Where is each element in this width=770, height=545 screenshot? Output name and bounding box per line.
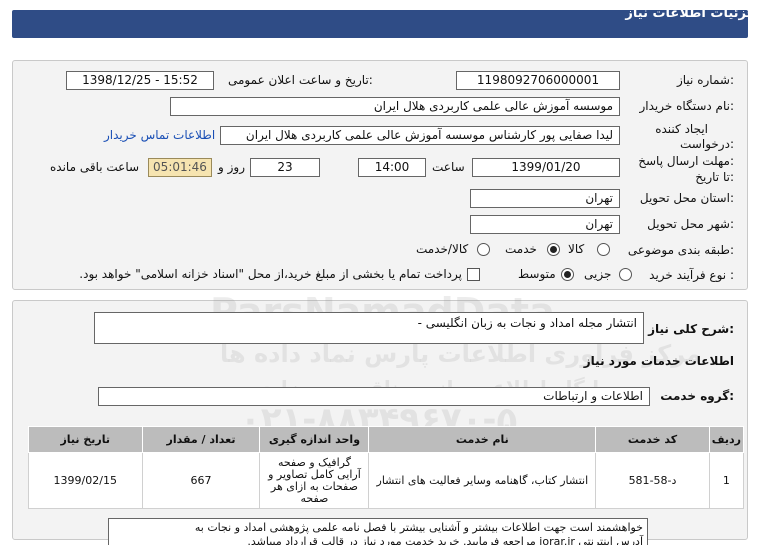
creator-label-line1: ایجاد کننده xyxy=(655,122,708,136)
days-label: روز و xyxy=(218,160,245,174)
buyer-contact-link[interactable]: اطلاعات تماس خریدار xyxy=(104,128,215,142)
category-label: طبقه بندی موضوعی: xyxy=(627,243,734,257)
process-radio-medium[interactable] xyxy=(561,268,574,281)
deadline-label-line1: مهلت ارسال پاسخ: xyxy=(638,154,734,168)
need-number-label: شماره نیاز: xyxy=(676,73,734,87)
deadline-time-field[interactable]: 14:00 xyxy=(358,158,426,177)
category-option-goods-service: کالا/خدمت xyxy=(416,242,469,256)
services-table-wrap: ردیف کد خدمت نام خدمت واحد اندازه گیری ت… xyxy=(28,426,745,509)
services-heading: اطلاعات خدمات مورد نیاز xyxy=(583,354,734,368)
deadline-label-line2: تا تاریخ: xyxy=(695,170,734,184)
buyer-field[interactable]: موسسه آموزش عالی علمی کاربردی هلال ایران xyxy=(170,97,620,116)
need-number-field[interactable]: 1198092706000001 xyxy=(456,71,620,90)
city-field[interactable]: تهران xyxy=(470,215,620,234)
summary-field[interactable]: انتشار مجله امداد و نجات به زبان انگلیسی… xyxy=(94,312,644,344)
deadline-time-label: ساعت xyxy=(432,160,465,174)
deadline-date-field[interactable]: 1399/01/20 xyxy=(472,158,620,177)
city-label: شهر محل تحویل: xyxy=(647,217,734,231)
category-radio-goods-service[interactable] xyxy=(477,243,490,256)
buyer-label: نام دستگاه خریدار: xyxy=(639,99,735,113)
service-group-label: گروه خدمت: xyxy=(660,389,734,403)
remaining-time-field: 05:01:46 xyxy=(148,158,212,177)
province-label: استان محل تحویل: xyxy=(639,191,734,205)
col-header-unit: واحد اندازه گیری xyxy=(259,426,370,453)
creator-field[interactable]: لیدا صفایی پور کارشناس موسسه آموزش عالی … xyxy=(220,126,620,145)
col-header-need-date: تاریخ نیاز xyxy=(28,426,143,453)
treasury-payment-note: پرداخت تمام یا بخشی از مبلغ خرید،از محل … xyxy=(79,267,462,281)
announce-datetime-label: تاریخ و ساعت اعلان عمومی: xyxy=(228,73,373,87)
process-radio-minor[interactable] xyxy=(619,268,632,281)
col-header-quantity: تعداد / مقدار xyxy=(141,426,261,453)
cell-unit: گرافیک و صفحه آرایی کامل تصاویر و صفحات … xyxy=(259,452,370,509)
category-radio-service[interactable] xyxy=(547,243,560,256)
creator-label-line2: درخواست: xyxy=(680,137,734,151)
cell-quantity: 667 xyxy=(141,452,261,509)
col-header-service-name: نام خدمت xyxy=(368,426,597,453)
process-option-medium: متوسط xyxy=(518,267,556,281)
cell-row-number: 1 xyxy=(708,452,745,509)
services-table: ردیف کد خدمت نام خدمت واحد اندازه گیری ت… xyxy=(28,426,745,509)
category-radio-goods[interactable] xyxy=(597,243,610,256)
cell-service-code: د-58-581 xyxy=(595,452,710,509)
category-option-service: خدمت xyxy=(505,242,537,256)
cell-service-name: انتشار کتاب، گاهنامه وسایر فعالیت های ان… xyxy=(368,452,597,509)
process-option-minor: جزیی xyxy=(584,267,612,281)
summary-label: شرح کلی نیاز: xyxy=(648,322,734,336)
buyer-notes-line-2: آدرس اینترنتی jorar.ir مراجعه فرمایید. خ… xyxy=(247,535,643,545)
days-remaining-field[interactable]: 23 xyxy=(250,158,320,177)
col-header-service-code: کد خدمت xyxy=(595,426,710,453)
col-header-row-number: ردیف xyxy=(708,426,745,453)
province-field[interactable]: تهران xyxy=(470,189,620,208)
process-label: نوع فرآیند خرید : xyxy=(649,268,734,282)
service-group-field[interactable]: اطلاعات و ارتباطات xyxy=(98,387,650,406)
remaining-time-label: ساعت باقی مانده xyxy=(50,160,140,174)
table-header-row: ردیف کد خدمت نام خدمت واحد اندازه گیری ت… xyxy=(28,426,745,453)
buyer-notes-box: خواهشمند است جهت اطلاعات بیشتر و آشنایی … xyxy=(108,518,648,545)
announce-datetime-field[interactable]: 1398/12/25 - 15:52 xyxy=(66,71,214,90)
table-row[interactable]: 1 د-58-581 انتشار کتاب، گاهنامه وسایر فع… xyxy=(28,452,745,509)
treasury-payment-checkbox[interactable] xyxy=(467,268,480,281)
cell-need-date: 1399/02/15 xyxy=(28,452,143,509)
page-title: جزئیات اطلاعات نیاز xyxy=(625,6,756,21)
category-option-goods: کالا xyxy=(568,242,585,256)
buyer-notes-line-1: خواهشمند است جهت اطلاعات بیشتر و آشنایی … xyxy=(194,521,643,534)
